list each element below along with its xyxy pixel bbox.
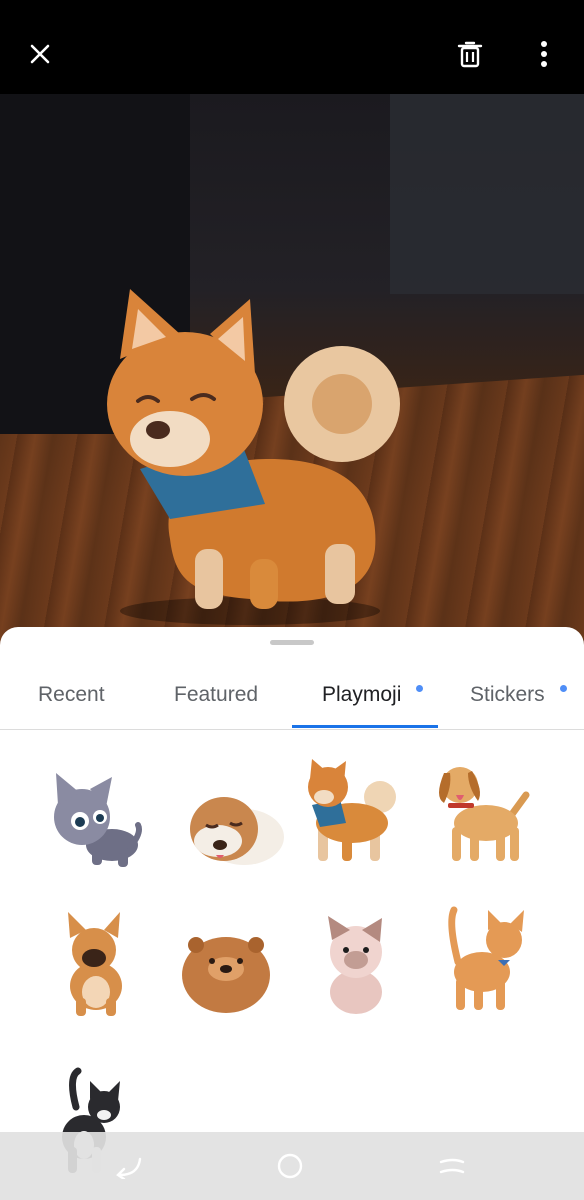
category-tabs: Recent Featured Playmoji Stickers [0,667,584,730]
back-icon [116,1157,142,1179]
playmoji-shiba-inu-bandana[interactable] [300,757,410,867]
dog-icon [439,767,530,861]
top-app-bar [0,0,584,94]
shiba-icon [308,759,396,861]
drag-handle[interactable] [270,640,314,645]
playmoji-french-bulldog[interactable] [48,912,158,1022]
active-tab-indicator [292,725,438,728]
new-badge-dot [560,685,567,692]
tab-stickers[interactable]: Stickers [470,683,545,707]
kitten-icon [54,773,142,867]
playmoji-golden-dog[interactable] [430,757,540,867]
home-icon [277,1153,303,1179]
tab-playmoji[interactable]: Playmoji [322,683,401,707]
more-options-button[interactable] [520,30,568,78]
siamese-icon [328,916,382,1014]
trash-icon [457,41,483,68]
delete-button[interactable] [446,30,494,78]
system-nav-bar [0,1132,584,1200]
close-button[interactable] [16,30,64,78]
shiba-inu-ar-model[interactable] [100,289,400,629]
playmoji-gray-kitten[interactable] [42,767,152,877]
playmoji-siamese-kitten[interactable] [310,912,420,1022]
back-button[interactable] [104,1142,152,1190]
camera-viewfinder[interactable] [0,94,584,654]
recents-icon [439,1158,465,1174]
home-button[interactable] [266,1142,314,1190]
tab-featured[interactable]: Featured [174,683,258,707]
close-icon [30,44,50,64]
playmoji-fluffy-chow[interactable] [174,917,284,1027]
playmoji-sleeping-bulldog[interactable] [178,767,288,877]
new-badge-dot [416,685,423,692]
tabby-cat-icon [448,906,524,1010]
more-vertical-icon [541,41,547,67]
tab-recent[interactable]: Recent [38,683,105,707]
recents-button[interactable] [428,1142,476,1190]
chow-icon [182,937,270,1013]
playmoji-bottom-sheet: Recent Featured Playmoji Stickers [0,627,584,1200]
playmoji-orange-tabby-cat[interactable] [440,902,550,1012]
shelf [390,94,584,294]
french-bulldog-icon [68,912,122,1016]
bulldog-icon [190,797,284,865]
